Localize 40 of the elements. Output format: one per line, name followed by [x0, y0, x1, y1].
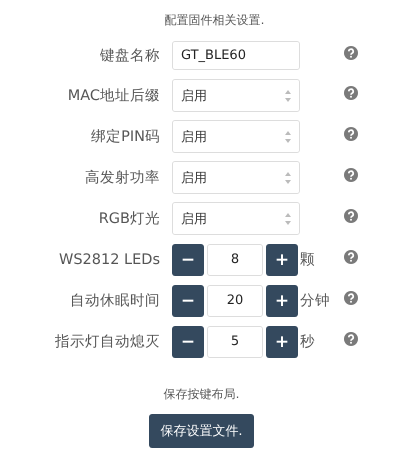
setting-label: 指示灯自动熄灭: [55, 333, 160, 351]
select-field[interactable]: 启用: [172, 161, 300, 194]
sort-arrows-icon: [285, 212, 291, 224]
unit-label: 秒: [300, 333, 315, 351]
increment-button[interactable]: +: [266, 326, 298, 358]
decrement-button[interactable]: −: [172, 284, 204, 316]
sort-arrows-icon: [285, 130, 291, 142]
intro-text: 配置固件相关设置.: [164, 12, 266, 29]
number-field[interactable]: 20: [207, 284, 263, 316]
setting-label: RGB灯光: [98, 210, 160, 228]
footer-text: 保存按键布局.: [164, 386, 240, 403]
unit-label: 分钟: [300, 292, 330, 310]
setting-label: WS2812 LEDs: [58, 252, 160, 268]
setting-label: 绑定PIN码: [91, 128, 160, 146]
increment-button[interactable]: +: [266, 244, 298, 276]
decrement-button[interactable]: −: [172, 326, 204, 358]
sort-arrows-icon: [285, 172, 291, 184]
help-icon[interactable]: [344, 332, 358, 346]
save-button[interactable]: 保存设置文件.: [149, 414, 254, 448]
unit-label: 颗: [300, 251, 315, 269]
setting-label: MAC地址后缀: [68, 87, 160, 105]
increment-button[interactable]: +: [266, 284, 298, 316]
decrement-button[interactable]: −: [172, 244, 204, 276]
select-field[interactable]: 启用: [172, 79, 300, 112]
help-icon[interactable]: [344, 208, 358, 222]
help-icon[interactable]: [344, 86, 358, 100]
help-icon[interactable]: [344, 46, 358, 60]
select-field[interactable]: 启用: [172, 120, 300, 153]
help-icon[interactable]: [344, 250, 358, 264]
setting-label: 高发射功率: [85, 168, 160, 187]
number-field[interactable]: 8: [207, 244, 263, 276]
setting-label: 键盘名称: [100, 47, 160, 65]
sort-arrows-icon: [285, 90, 291, 102]
setting-label: 自动休眠时间: [70, 292, 160, 310]
help-icon[interactable]: [344, 290, 358, 304]
select-field[interactable]: 启用: [172, 202, 300, 235]
help-icon[interactable]: [344, 168, 358, 182]
number-field[interactable]: 5: [207, 326, 263, 358]
name-field[interactable]: GT_BLE60: [172, 41, 300, 70]
help-icon[interactable]: [344, 126, 358, 140]
